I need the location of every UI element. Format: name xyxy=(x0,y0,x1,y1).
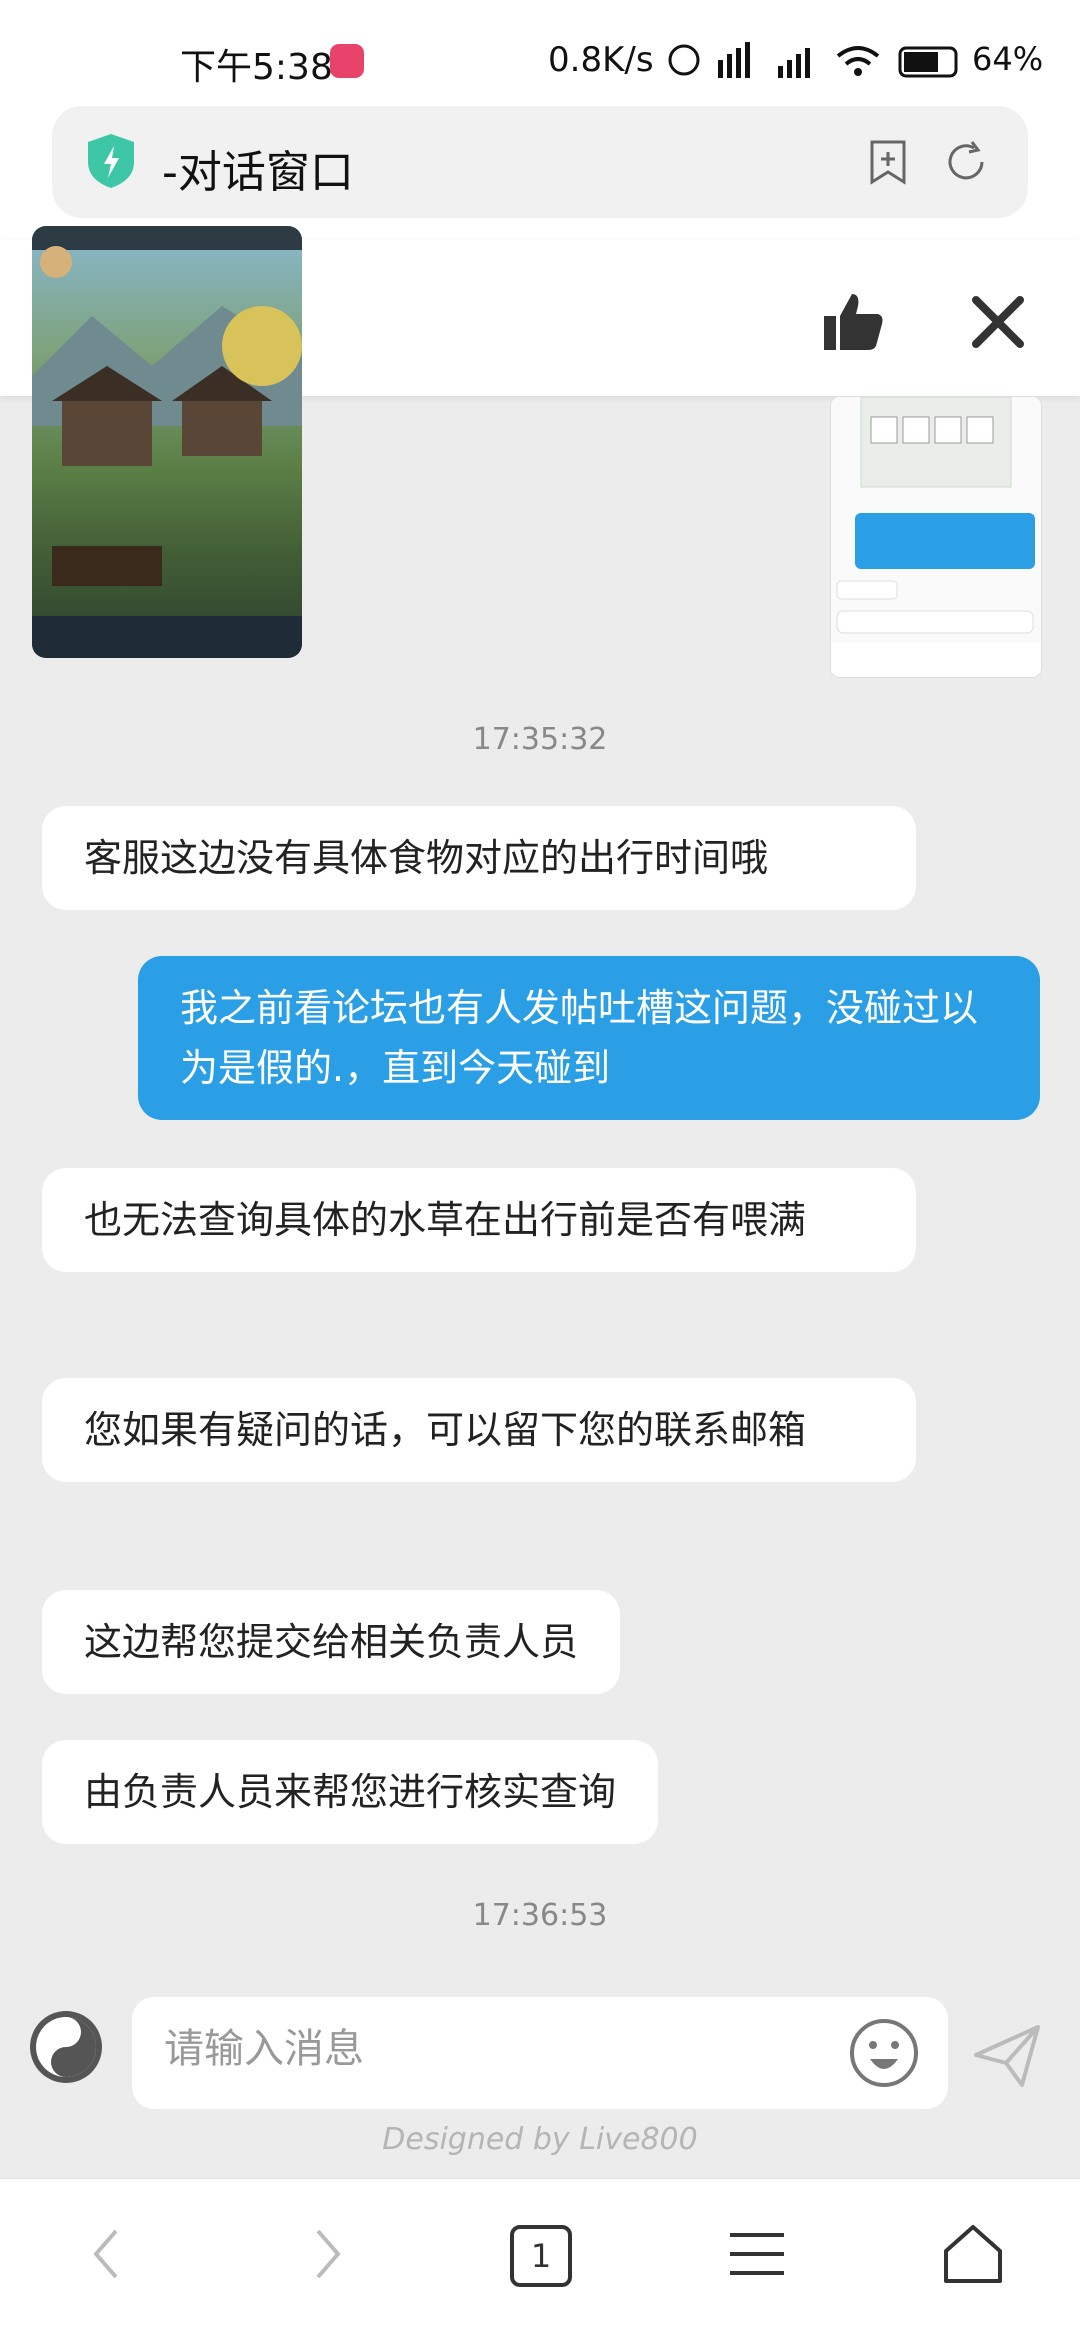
designed-by-label: Designed by Live800 xyxy=(382,2122,698,2157)
agent-message: 这边帮您提交给相关负责人员 xyxy=(42,1590,621,1694)
message-timestamp: 17:35:32 xyxy=(472,722,608,757)
app-notification-icon xyxy=(330,44,364,78)
browser-nav-bar: 1 xyxy=(0,2178,1080,2341)
message-input-wrapper xyxy=(132,1997,948,2109)
add-bookmark-icon[interactable] xyxy=(864,138,912,186)
back-icon[interactable] xyxy=(72,2219,142,2289)
status-time: 下午5:38 xyxy=(180,47,333,88)
chat-screenshot-image[interactable] xyxy=(830,396,1042,678)
network-speed: 0.8K/s xyxy=(548,40,654,80)
tabs-button[interactable]: 1 xyxy=(510,2225,572,2287)
user-message: 我之前看论坛也有人发帖吐槽这问题，没碰过以为是假的.，直到今天碰到 xyxy=(138,956,1040,1120)
shield-icon xyxy=(88,134,134,188)
page-title: -对话窗口 xyxy=(162,147,354,198)
message-input[interactable] xyxy=(162,2025,846,2073)
close-icon[interactable] xyxy=(968,292,1028,352)
home-icon[interactable] xyxy=(938,2219,1008,2289)
battery-percent: 64% xyxy=(972,40,1044,78)
agent-message: 客服这边没有具体食物对应的出行时间哦 xyxy=(42,806,916,910)
send-icon[interactable] xyxy=(972,2021,1042,2091)
status-bar: 下午5:38 0.8K/s 64% xyxy=(0,0,1080,110)
avatar[interactable] xyxy=(30,2011,102,2083)
status-icons xyxy=(668,42,958,78)
game-screenshot-image[interactable] xyxy=(32,226,302,658)
game-scene-graphic xyxy=(32,226,302,658)
thumbs-up-icon[interactable] xyxy=(822,290,884,352)
browser-toolbar: -对话窗口 xyxy=(0,100,1080,240)
address-bar[interactable]: -对话窗口 xyxy=(52,106,1028,218)
reload-icon[interactable] xyxy=(942,138,990,186)
emoji-icon[interactable] xyxy=(848,2017,920,2089)
chat-preview-graphic xyxy=(831,397,1041,677)
agent-message: 也无法查询具体的水草在出行前是否有喂满 xyxy=(42,1168,916,1272)
agent-message: 由负责人员来帮您进行核实查询 xyxy=(42,1740,659,1844)
agent-message: 您如果有疑问的话，可以留下您的联系邮箱 xyxy=(42,1378,916,1482)
menu-icon[interactable] xyxy=(722,2219,792,2289)
forward-icon[interactable] xyxy=(292,2219,362,2289)
message-timestamp: 17:36:53 xyxy=(472,1898,608,1933)
yin-yang-icon xyxy=(36,2017,96,2077)
